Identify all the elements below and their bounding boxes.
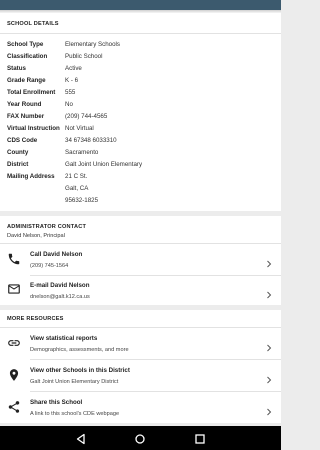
detail-label: School Type — [7, 41, 44, 48]
detail-value: Not Virtual — [65, 125, 94, 132]
link-icon — [7, 336, 21, 350]
status-bar — [0, 0, 281, 10]
detail-label: Virtual Instruction — [7, 125, 60, 132]
detail-label: Mailing Address — [7, 173, 55, 180]
detail-label: Year Round — [7, 101, 42, 108]
admin-section-title: ADMINISTRATOR CONTACT — [7, 224, 87, 230]
detail-label: Classification — [7, 53, 48, 60]
detail-value: Galt Joint Union Elementary — [65, 161, 143, 168]
address-line: 21 C St. — [65, 173, 88, 180]
home-icon[interactable] — [134, 432, 146, 444]
section-divider — [0, 33, 281, 34]
resource-subtitle: A link to this school's CDE webpage — [30, 411, 120, 417]
detail-value: K - 6 — [65, 77, 79, 84]
share-icon — [7, 400, 21, 414]
view-district-schools-button[interactable]: View other Schools in this District Galt… — [0, 360, 281, 391]
detail-label: District — [7, 161, 29, 168]
detail-value: No — [65, 101, 73, 108]
chevron-right-icon — [265, 286, 273, 299]
navigation-bar — [0, 426, 281, 450]
email-title: E-mail David Nelson — [30, 282, 90, 289]
detail-label: FAX Number — [7, 113, 45, 120]
resources-section-title: MORE RESOURCES — [7, 316, 64, 322]
call-phone-number: (209) 745-1564 — [30, 263, 69, 269]
detail-value: 34 67348 6033310 — [65, 137, 117, 144]
resource-title: Share this School — [30, 399, 83, 406]
back-icon[interactable] — [75, 432, 87, 445]
email-button[interactable]: E-mail David Nelson dnelson@galt.k12.ca.… — [0, 276, 281, 305]
call-title: Call David Nelson — [30, 251, 83, 258]
address-line: 95632-1825 — [65, 197, 99, 204]
detail-label: Total Enrollment — [7, 89, 56, 96]
recents-icon[interactable] — [194, 432, 206, 444]
detail-value: Elementary Schools — [65, 41, 121, 48]
admin-name: David Nelson, Principal — [7, 233, 65, 239]
resource-subtitle: Galt Joint Union Elementary District — [30, 379, 119, 385]
detail-label: CDS Code — [7, 137, 38, 144]
view-statistical-reports-button[interactable]: View statistical reports Demographics, a… — [0, 328, 281, 359]
email-address: dnelson@galt.k12.ca.us — [30, 294, 90, 300]
chevron-right-icon — [265, 403, 273, 416]
detail-value: Public School — [65, 53, 103, 60]
share-school-button[interactable]: Share this School A link to this school'… — [0, 392, 281, 423]
school-details-title: SCHOOL DETAILS — [7, 21, 59, 27]
chevron-right-icon — [265, 255, 273, 268]
resource-title: View other Schools in this District — [30, 367, 130, 374]
more-resources-card: MORE RESOURCES View statistical reports … — [0, 310, 281, 423]
detail-value: Active — [65, 65, 82, 72]
detail-value: 555 — [65, 89, 76, 96]
administrator-contact-card: ADMINISTRATOR CONTACT David Nelson, Prin… — [0, 216, 281, 305]
chevron-right-icon — [265, 339, 273, 352]
chevron-right-icon — [265, 371, 273, 384]
detail-label: County — [7, 149, 29, 156]
resource-title: View statistical reports — [30, 335, 98, 342]
address-line: Galt, CA — [65, 185, 89, 192]
detail-label: Status — [7, 65, 26, 72]
detail-value: Sacramento — [65, 149, 99, 156]
email-icon — [7, 282, 21, 296]
resource-subtitle: Demographics, assessments, and more — [30, 347, 129, 353]
detail-label: Grade Range — [7, 77, 46, 84]
call-button[interactable]: Call David Nelson (209) 745-1564 — [0, 244, 281, 275]
school-details-card: SCHOOL DETAILS School Type Elementary Sc… — [0, 13, 281, 211]
phone-icon — [7, 252, 21, 266]
detail-value: (209) 744-4565 — [65, 113, 108, 120]
location-pin-icon — [7, 368, 21, 382]
